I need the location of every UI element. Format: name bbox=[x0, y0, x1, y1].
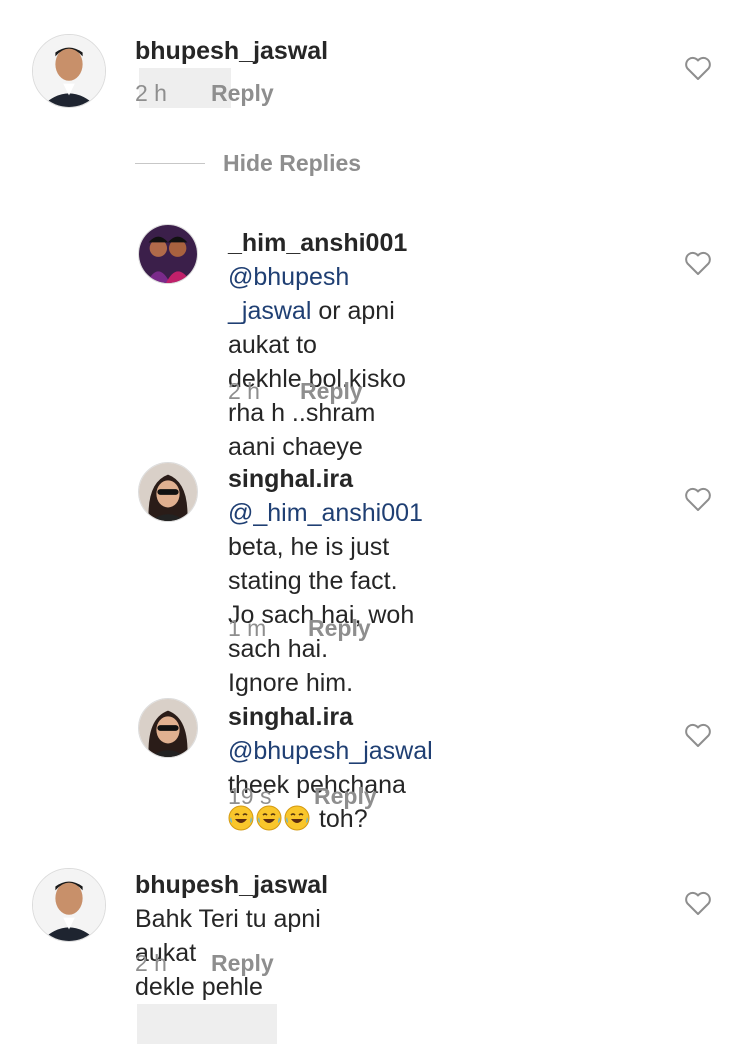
timestamp: 1 m bbox=[228, 615, 267, 641]
comment-body: beta, he is just stating the fact. bbox=[228, 533, 398, 595]
user-photo-icon bbox=[139, 699, 197, 757]
mention-link-continued[interactable]: _jaswal bbox=[228, 297, 311, 325]
user-photo-icon bbox=[33, 869, 105, 941]
username[interactable]: singhal.ira bbox=[228, 703, 353, 731]
comment-meta: 2 h Reply bbox=[135, 950, 274, 977]
comment-text: singhal.ira @_him_anshi001 beta, he is j… bbox=[228, 462, 423, 700]
username[interactable]: _him_anshi001 bbox=[228, 229, 407, 257]
heart-outline-icon[interactable] bbox=[684, 55, 712, 81]
user-photo-icon bbox=[33, 35, 105, 107]
hide-replies-label[interactable]: Hide Replies bbox=[223, 150, 361, 177]
comment-body: Ignore him. bbox=[228, 669, 354, 697]
heart-outline-icon[interactable] bbox=[684, 486, 712, 512]
redacted-block bbox=[137, 1004, 277, 1044]
heart-outline-icon[interactable] bbox=[684, 250, 712, 276]
hide-replies-toggle[interactable]: Hide Replies bbox=[135, 150, 361, 177]
timestamp: 2 h bbox=[228, 378, 260, 404]
avatar[interactable] bbox=[32, 868, 106, 942]
reply-button[interactable]: Reply bbox=[211, 950, 274, 977]
username[interactable]: bhupesh_jaswal bbox=[135, 871, 328, 899]
comment-body: dekle pehle bbox=[135, 973, 263, 1001]
heart-outline-icon[interactable] bbox=[684, 890, 712, 916]
avatar[interactable] bbox=[32, 34, 106, 108]
heart-outline-icon[interactable] bbox=[684, 722, 712, 748]
comment-meta: 2 h Reply bbox=[228, 378, 363, 405]
timestamp: 2 h bbox=[135, 950, 167, 976]
mention-link[interactable]: @_him_anshi001 bbox=[228, 499, 423, 527]
avatar[interactable] bbox=[138, 698, 198, 758]
timestamp: 19 s bbox=[228, 783, 272, 809]
reply-button[interactable]: Reply bbox=[300, 378, 363, 405]
comment-text: singhal.ira @bhupesh_jaswal theek pehcha… bbox=[228, 700, 433, 836]
reply-button[interactable]: Reply bbox=[308, 615, 371, 642]
mention-link[interactable]: @bhupesh bbox=[228, 263, 349, 291]
user-photo-icon bbox=[139, 463, 197, 521]
username[interactable]: bhupesh_jaswal bbox=[135, 37, 328, 65]
username[interactable]: singhal.ira bbox=[228, 465, 353, 493]
divider-line bbox=[135, 163, 205, 164]
timestamp: 2 h bbox=[135, 80, 167, 106]
reply-button[interactable]: Reply bbox=[211, 80, 274, 107]
reply-button[interactable]: Reply bbox=[314, 783, 377, 810]
avatar[interactable] bbox=[138, 462, 198, 522]
comment-body: aani chaeye bbox=[228, 433, 363, 461]
avatar[interactable] bbox=[138, 224, 198, 284]
comment-meta: 19 s Reply bbox=[228, 783, 377, 810]
user-photo-icon bbox=[139, 225, 197, 283]
comment-meta: 1 m Reply bbox=[228, 615, 371, 642]
mention-link[interactable]: @bhupesh_jaswal bbox=[228, 737, 433, 765]
comment-text: _him_anshi001 @bhupesh _jaswal or apni a… bbox=[228, 226, 407, 464]
comment-meta: 2 h Reply bbox=[135, 80, 274, 107]
